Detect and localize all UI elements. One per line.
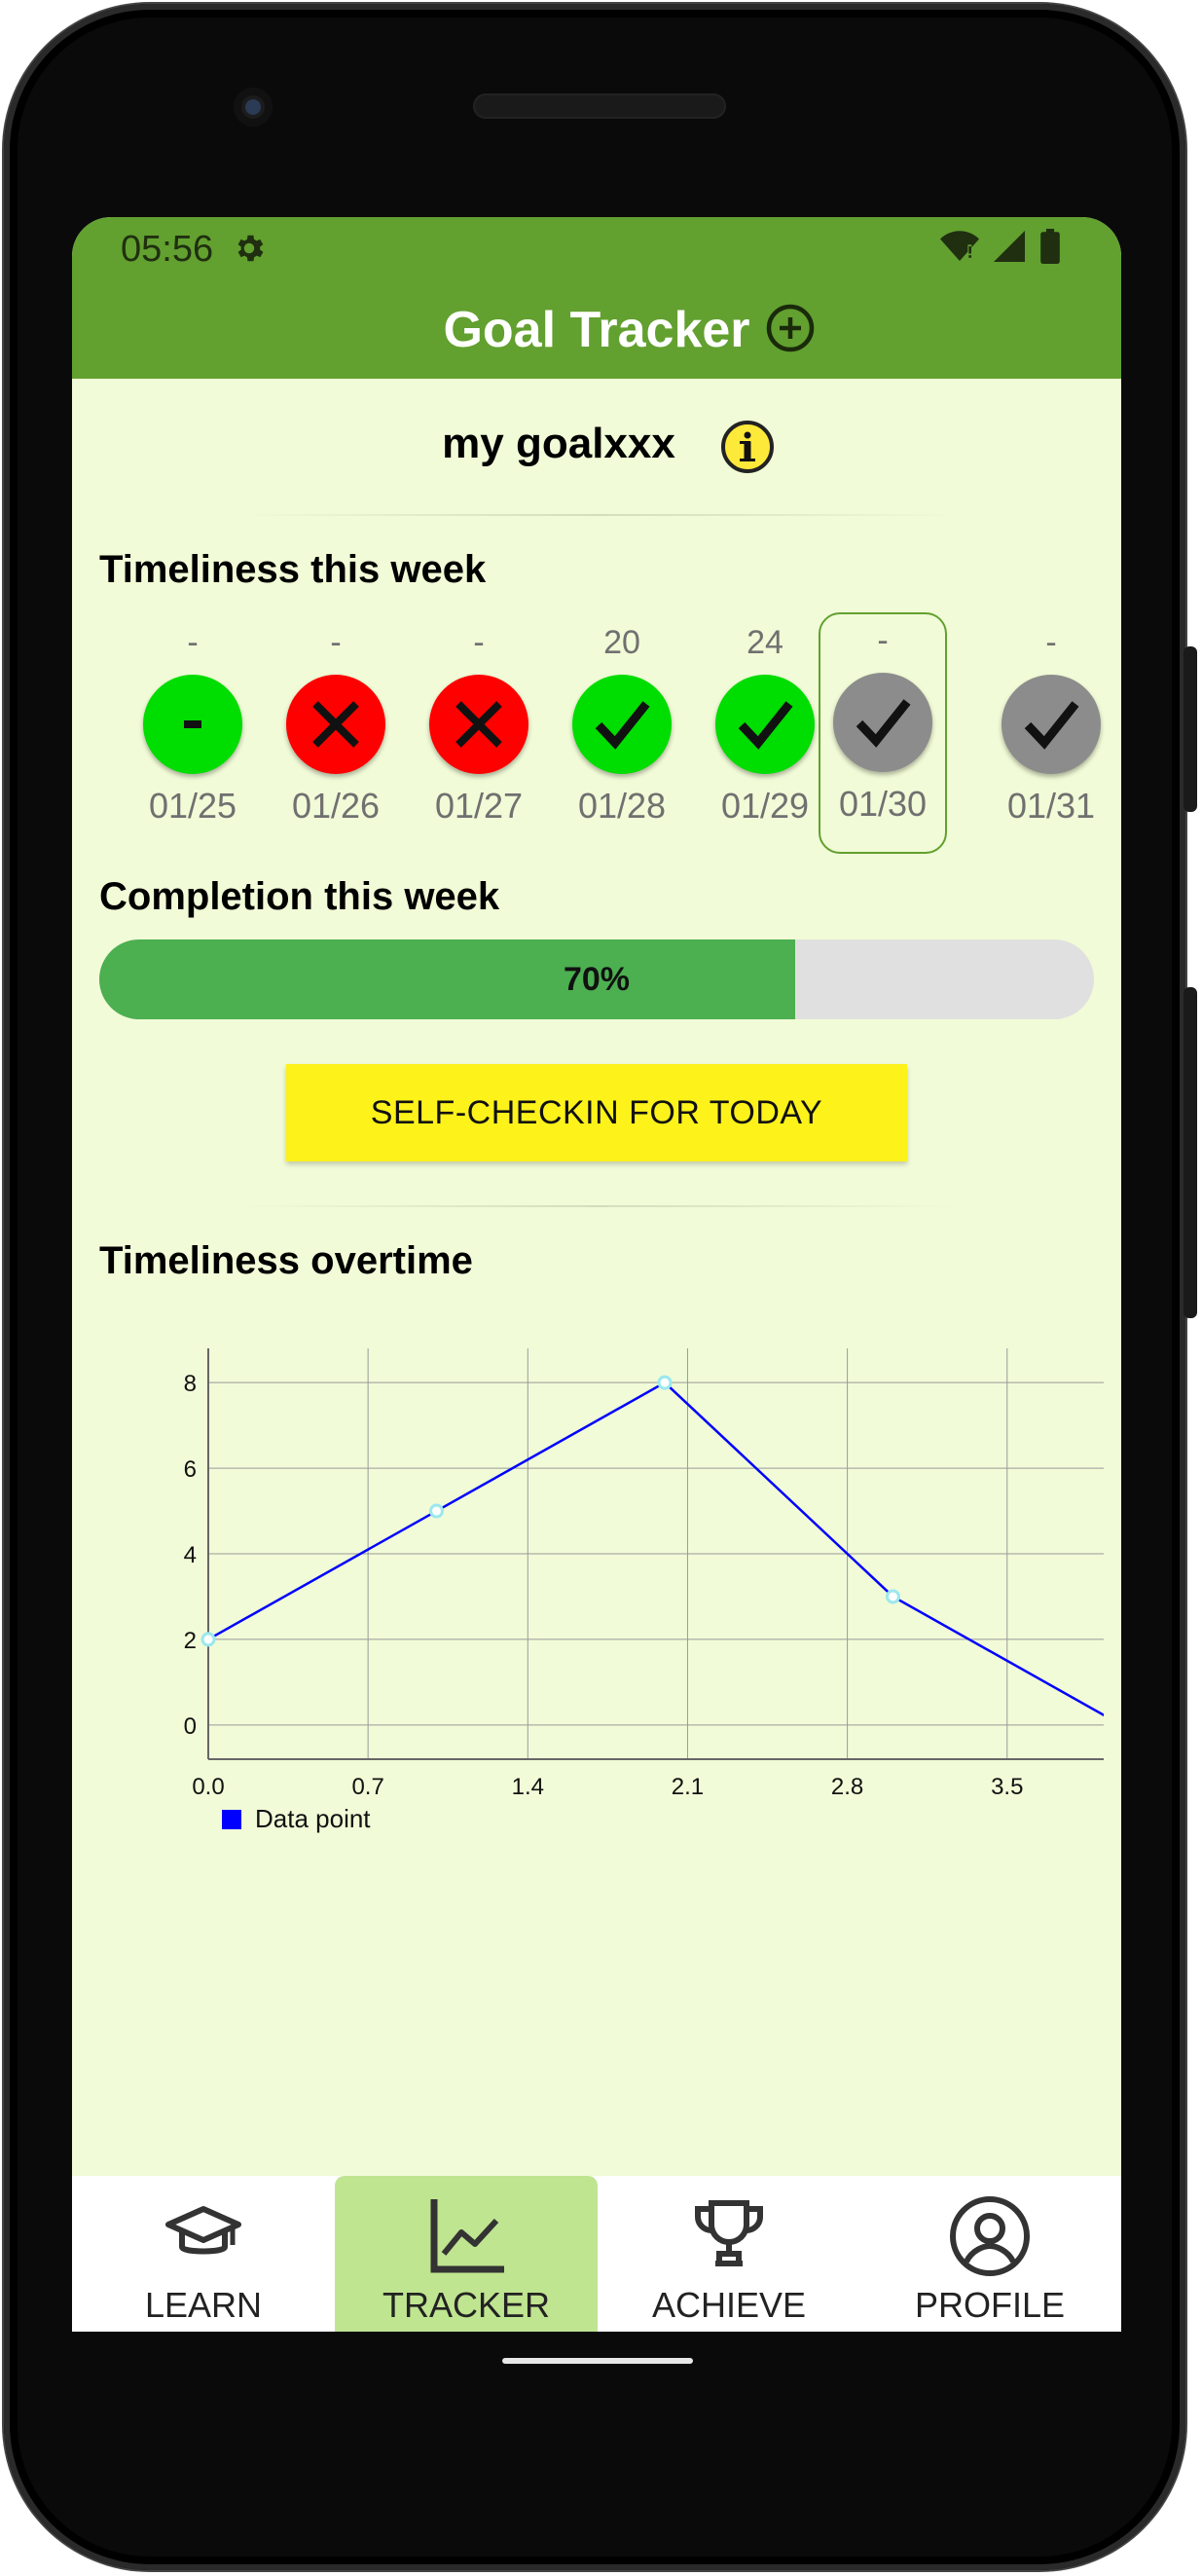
day-item-selected[interactable]: - 01/30: [819, 612, 947, 854]
y-tick-label: 2: [184, 1628, 197, 1654]
day-value: -: [473, 624, 485, 661]
nav-label: ACHIEVE: [651, 2285, 807, 2325]
status-time: 05:56: [121, 229, 214, 270]
nav-label: PROFILE: [914, 2285, 1066, 2325]
wifi-icon: [940, 231, 979, 267]
chart-line-icon: [335, 2193, 598, 2286]
day-item[interactable]: - 01/27: [407, 616, 551, 850]
timeliness-line-chart: 0 2 4 6 8 0.0 0.7 1.4 2.1 2.8 3.5 Data point: [184, 1348, 1104, 1833]
legend-label: Data point: [255, 1804, 371, 1833]
nav-learn[interactable]: LEARN: [72, 2176, 335, 2332]
earpiece-speaker: [473, 93, 726, 119]
bottom-nav: LEARN TRACKER ACHIEVE PROFILE: [72, 2176, 1121, 2332]
missed-x-icon: [429, 675, 528, 774]
missed-x-icon: [286, 675, 385, 774]
x-tick-label: 0.0: [192, 1774, 224, 1800]
day-value: -: [187, 624, 199, 661]
completion-week-title: Completion this week: [99, 875, 500, 918]
data-point: [429, 1503, 444, 1519]
data-point: [886, 1589, 900, 1604]
x-tick-label: 0.7: [351, 1774, 383, 1800]
day-date: 01/30: [838, 784, 928, 824]
day-value: 24: [747, 624, 783, 661]
x-tick-label: 1.4: [512, 1774, 544, 1800]
app-screen: 05:56 Goal Tracker my goalxxx Timeliness…: [72, 217, 1121, 2332]
battery-icon: [1039, 229, 1061, 269]
add-goal-icon[interactable]: [763, 301, 818, 360]
front-camera: [234, 88, 273, 127]
day-item[interactable]: - 01/31: [979, 616, 1121, 850]
neutral-status-icon: [143, 675, 242, 774]
phone-frame: 05:56 Goal Tracker my goalxxx Timeliness…: [4, 4, 1197, 2570]
divider: [237, 1205, 958, 1207]
x-tick-label: 2.8: [831, 1774, 863, 1800]
status-bar: 05:56: [72, 217, 1121, 281]
profile-icon: [858, 2193, 1121, 2284]
day-value: -: [877, 622, 889, 659]
trophy-icon: [598, 2193, 860, 2280]
y-tick-label: 8: [184, 1371, 197, 1397]
self-checkin-button[interactable]: SELF-CHECKIN FOR TODAY: [286, 1064, 907, 1161]
x-tick-label: 2.1: [672, 1774, 704, 1800]
done-check-icon: [715, 675, 815, 774]
y-tick-label: 0: [184, 1713, 197, 1740]
data-point: [657, 1375, 673, 1390]
nav-achieve[interactable]: ACHIEVE: [598, 2176, 860, 2332]
day-date: 01/28: [577, 786, 667, 826]
power-button: [1184, 646, 1197, 812]
completion-progress-bar: 70%: [99, 939, 1094, 1019]
progress-label: 70%: [563, 961, 631, 998]
day-date: 01/31: [1006, 786, 1096, 826]
y-tick-label: 6: [184, 1456, 197, 1483]
nav-tracker[interactable]: TRACKER: [335, 2176, 598, 2332]
home-indicator: [502, 2358, 693, 2364]
day-date: 01/26: [291, 786, 381, 826]
done-check-icon: [572, 675, 672, 774]
gear-icon: [232, 231, 267, 271]
y-tick-label: 4: [184, 1542, 197, 1568]
day-value: 20: [603, 624, 640, 661]
day-date: 01/27: [434, 786, 524, 826]
day-value: -: [330, 624, 342, 661]
graduation-cap-icon: [72, 2193, 335, 2280]
volume-button: [1184, 987, 1197, 1318]
day-value: -: [1045, 624, 1057, 661]
data-point: [200, 1632, 216, 1647]
nav-label: LEARN: [144, 2285, 263, 2325]
app-bar: Goal Tracker: [72, 281, 1121, 379]
pending-check-icon: [833, 673, 932, 772]
x-tick-label: 3.5: [991, 1774, 1023, 1800]
app-title: Goal Tracker: [443, 302, 750, 358]
divider: [237, 514, 958, 516]
info-icon[interactable]: [718, 418, 777, 481]
legend-swatch: [222, 1810, 241, 1829]
timeliness-week-title: Timeliness this week: [99, 548, 487, 591]
pending-check-icon: [1002, 675, 1101, 774]
day-item[interactable]: 24 01/29: [693, 616, 837, 850]
signal-icon: [993, 231, 1026, 267]
goal-header: my goalxxx: [72, 412, 1121, 480]
day-item[interactable]: - 01/25: [121, 616, 265, 850]
goal-name: my goalxxx: [442, 420, 675, 467]
day-date: 01/25: [148, 786, 237, 826]
nav-profile[interactable]: PROFILE: [858, 2176, 1121, 2332]
timeliness-overtime-title: Timeliness overtime: [99, 1239, 473, 1282]
nav-label: TRACKER: [382, 2285, 551, 2325]
day-item[interactable]: 20 01/28: [550, 616, 694, 850]
day-item[interactable]: - 01/26: [264, 616, 408, 850]
day-date: 01/29: [720, 786, 810, 826]
